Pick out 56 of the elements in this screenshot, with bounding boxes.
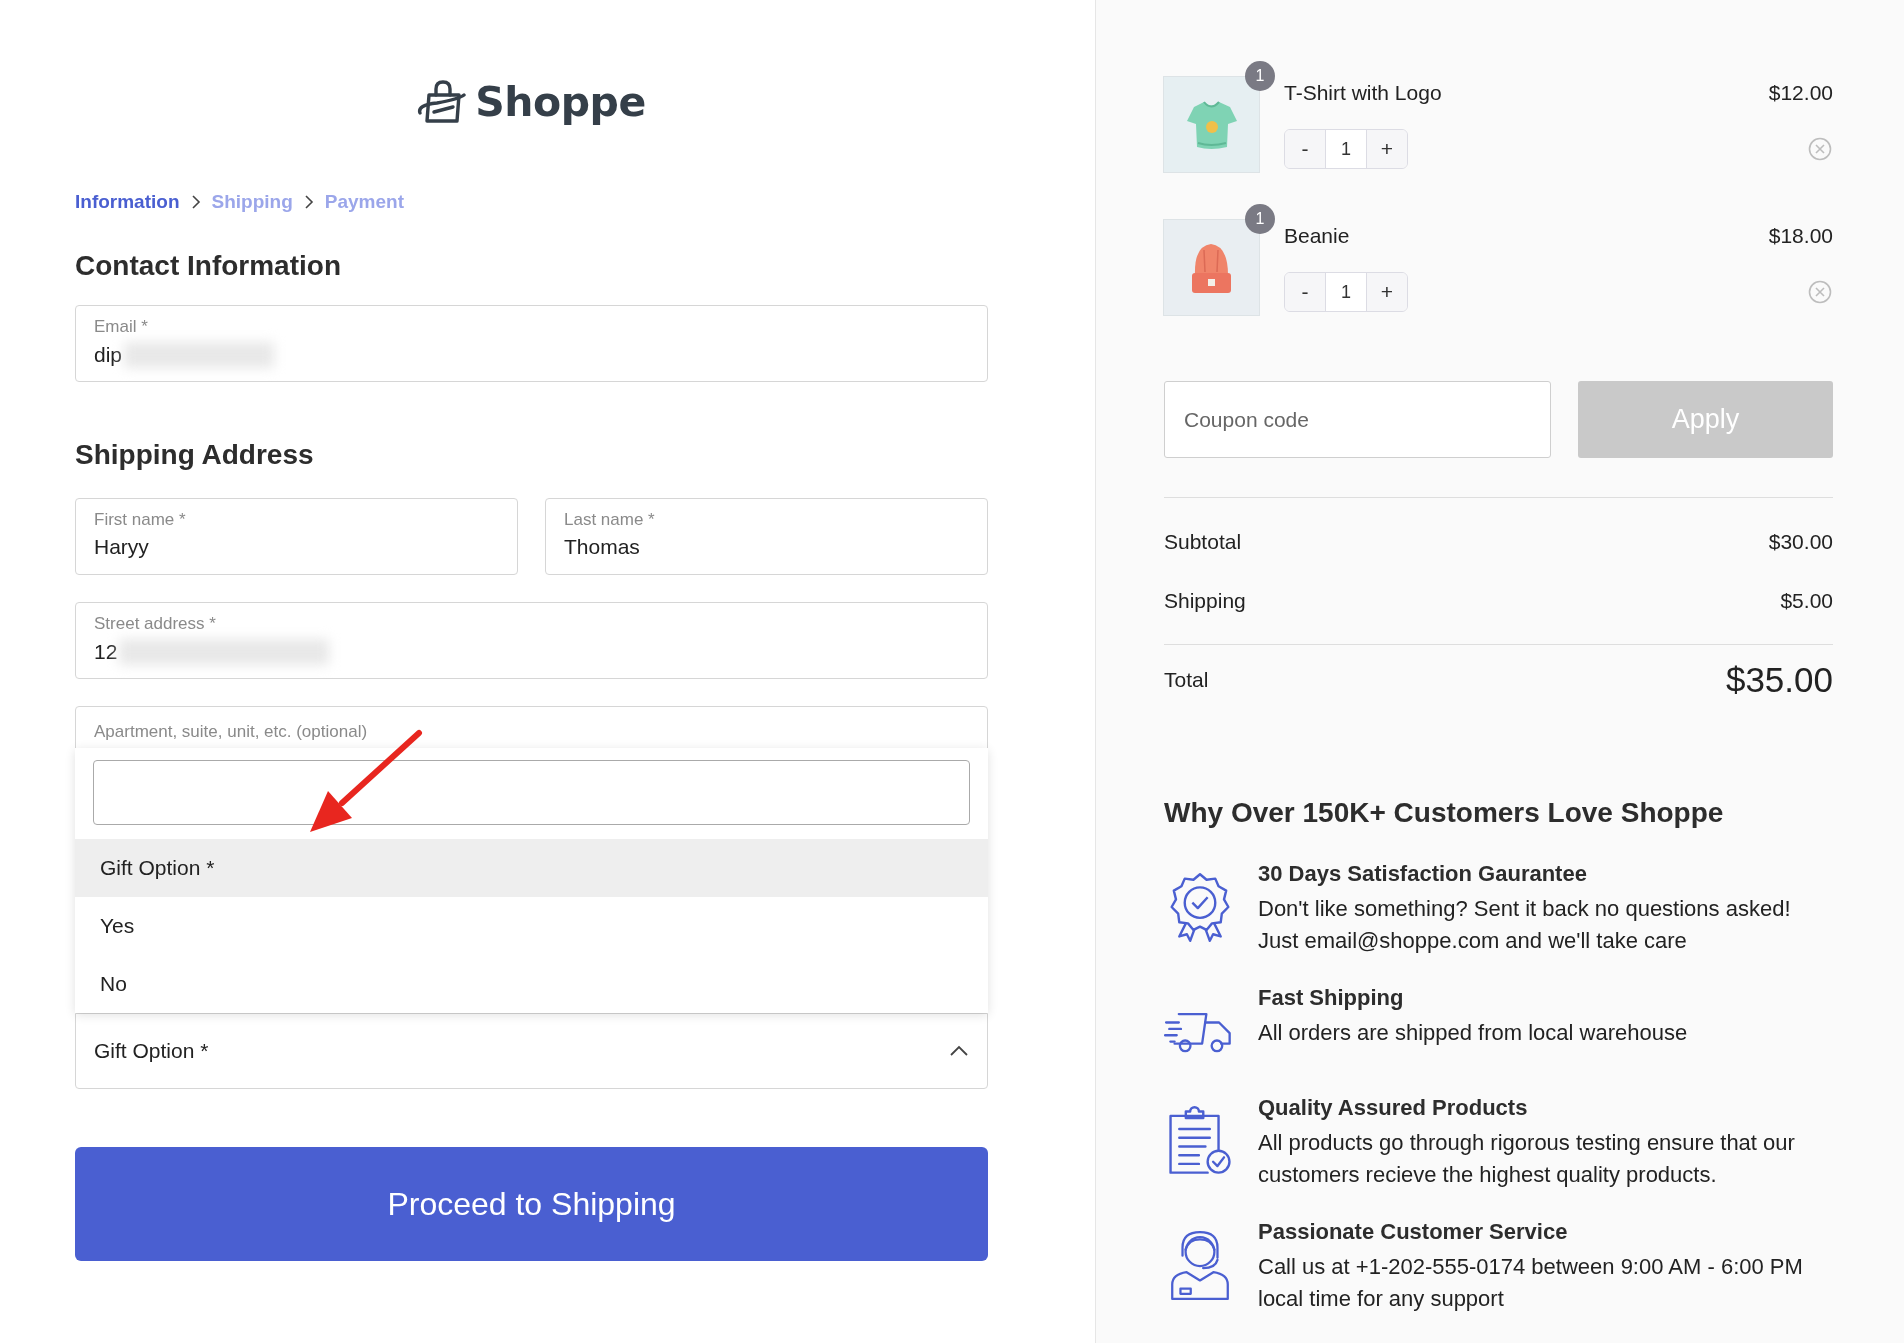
feature-title: 30 Days Satisfaction Gaurantee bbox=[1258, 861, 1588, 887]
dropdown-option[interactable]: No bbox=[75, 955, 988, 1013]
product-name: Beanie bbox=[1284, 224, 1350, 248]
product-price: $18.00 bbox=[1768, 224, 1833, 248]
decrement-button[interactable]: - bbox=[1285, 273, 1325, 311]
feature-text: Don't like something? Sent it back no questions asked! Just email@shoppe.com and we'll take care bbox=[1258, 895, 1792, 955]
field-label: Street address * bbox=[94, 614, 217, 634]
feature-title: Quality Assured Products bbox=[1258, 1095, 1529, 1121]
text-field[interactable]: Street address * 12 bbox=[75, 602, 988, 679]
summary-value: $30.00 bbox=[1768, 529, 1833, 554]
feature-title: Fast Shipping bbox=[1258, 985, 1405, 1011]
remove-icon[interactable] bbox=[1808, 137, 1832, 161]
dropdown-option[interactable]: Yes bbox=[75, 897, 988, 955]
dropdown-option[interactable]: Gift Option * bbox=[75, 839, 988, 897]
chevron-right-icon bbox=[302, 194, 315, 210]
quantity-badge: 1 bbox=[1245, 61, 1275, 91]
shopping-bag-icon bbox=[417, 79, 468, 125]
quantity-value: 1 bbox=[1325, 130, 1367, 168]
summary-label: Subtotal bbox=[1164, 529, 1242, 554]
summary-label: Shipping bbox=[1164, 588, 1246, 613]
select-field[interactable]: Gift Option * bbox=[75, 1013, 988, 1089]
field-label: First name * bbox=[94, 510, 187, 530]
text-field[interactable]: First name * Haryy bbox=[75, 498, 518, 575]
field-value: Thomas bbox=[564, 535, 640, 559]
breadcrumb-link[interactable]: Information bbox=[75, 191, 180, 213]
total-value: $35.00 bbox=[1725, 660, 1833, 700]
text-field[interactable]: Email * dip bbox=[75, 305, 988, 382]
feature-text: All products go through rigorous testing ensure that our customers recieve the highest quality products. bbox=[1258, 1129, 1796, 1189]
search-field[interactable] bbox=[93, 760, 970, 825]
section-heading: Shipping Address bbox=[75, 439, 315, 471]
feature-title: Passionate Customer Service bbox=[1258, 1219, 1569, 1245]
product-price: $12.00 bbox=[1768, 81, 1833, 105]
chevron-right-icon bbox=[189, 194, 202, 210]
text-field[interactable]: Last name * Thomas bbox=[545, 498, 988, 575]
section-heading: Why Over 150K+ Customers Love Shoppe bbox=[1164, 797, 1725, 829]
increment-button[interactable]: + bbox=[1367, 130, 1407, 168]
feature-text: Call us at +1-202-555-0174 between 9:00 AM - 6:00 PM local time for any support bbox=[1258, 1253, 1804, 1313]
field-label: Email * bbox=[94, 317, 149, 337]
quantity-value: 1 bbox=[1325, 273, 1367, 311]
logo-text: Shoppe bbox=[475, 78, 646, 126]
field-value: dip bbox=[94, 343, 123, 367]
proceed-button[interactable]: Proceed to Shipping bbox=[75, 1147, 988, 1261]
remove-icon[interactable] bbox=[1808, 280, 1832, 304]
decrement-button[interactable]: - bbox=[1285, 130, 1325, 168]
chevron-up-icon bbox=[949, 1045, 969, 1057]
field-label: Last name * bbox=[564, 510, 656, 530]
feature-text: All orders are shipped from local warehouse bbox=[1258, 1019, 1688, 1047]
section-heading: Contact Information bbox=[75, 250, 342, 282]
field-value: Haryy bbox=[94, 535, 149, 559]
field-value: 12 bbox=[94, 640, 118, 664]
quantity-badge: 1 bbox=[1245, 204, 1275, 234]
summary-value: $5.00 bbox=[1780, 588, 1833, 613]
increment-button[interactable]: + bbox=[1367, 273, 1407, 311]
total-label: Total bbox=[1164, 668, 1209, 692]
product-name: T-Shirt with Logo bbox=[1284, 81, 1442, 105]
field-placeholder: Apartment, suite, unit, etc. (optional) bbox=[94, 722, 369, 742]
